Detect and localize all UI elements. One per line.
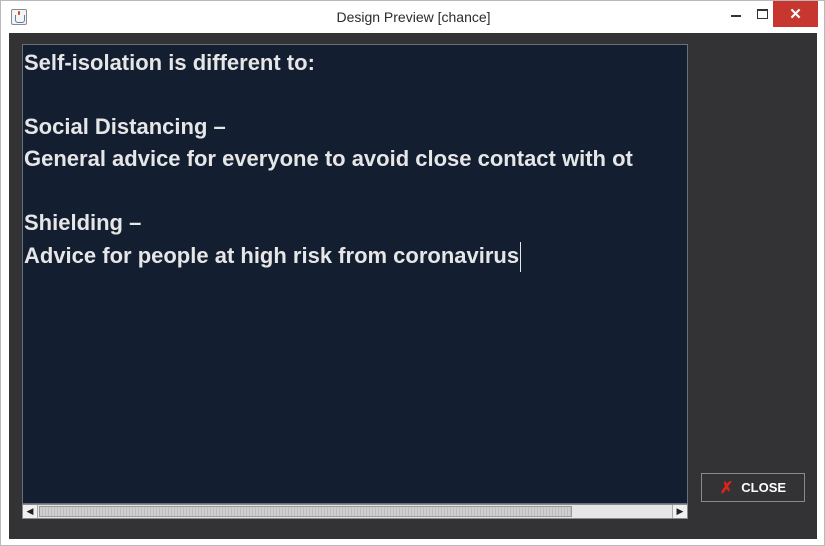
client-area: Self-isolation is different to: Social D…: [9, 33, 817, 539]
text-line-1: Self-isolation is different to:: [24, 50, 315, 75]
close-icon: ✕: [789, 6, 802, 23]
text-line-7-wrap: Advice for people at high risk from coro…: [24, 242, 522, 272]
minimize-icon: [731, 15, 741, 17]
text-line-4: General advice for everyone to avoid clo…: [24, 146, 633, 171]
text-line-7: Advice for people at high risk from coro…: [24, 242, 520, 268]
close-button[interactable]: ✗ CLOSE: [701, 473, 805, 502]
red-x-icon: ✗: [719, 479, 734, 497]
design-preview-window: Design Preview [chance] ✕ Self-isolation…: [0, 0, 825, 546]
scroll-left-arrow-icon[interactable]: ◀: [23, 505, 38, 518]
text-line-6: Shielding –: [24, 210, 142, 235]
close-button-label: CLOSE: [741, 480, 787, 495]
text-line-3: Social Distancing –: [24, 114, 226, 139]
title-bar[interactable]: Design Preview [chance] ✕: [1, 1, 824, 33]
maximize-icon: [756, 9, 768, 19]
window-close-button[interactable]: ✕: [773, 1, 818, 27]
scroll-right-arrow-icon[interactable]: ▶: [672, 505, 687, 518]
text-caret: [520, 242, 522, 272]
scrollbar-thumb[interactable]: [39, 506, 572, 517]
preview-text-area[interactable]: Self-isolation is different to: Social D…: [22, 44, 688, 504]
horizontal-scrollbar[interactable]: ◀ ▶: [22, 504, 688, 519]
window-title: Design Preview [chance]: [336, 9, 491, 25]
